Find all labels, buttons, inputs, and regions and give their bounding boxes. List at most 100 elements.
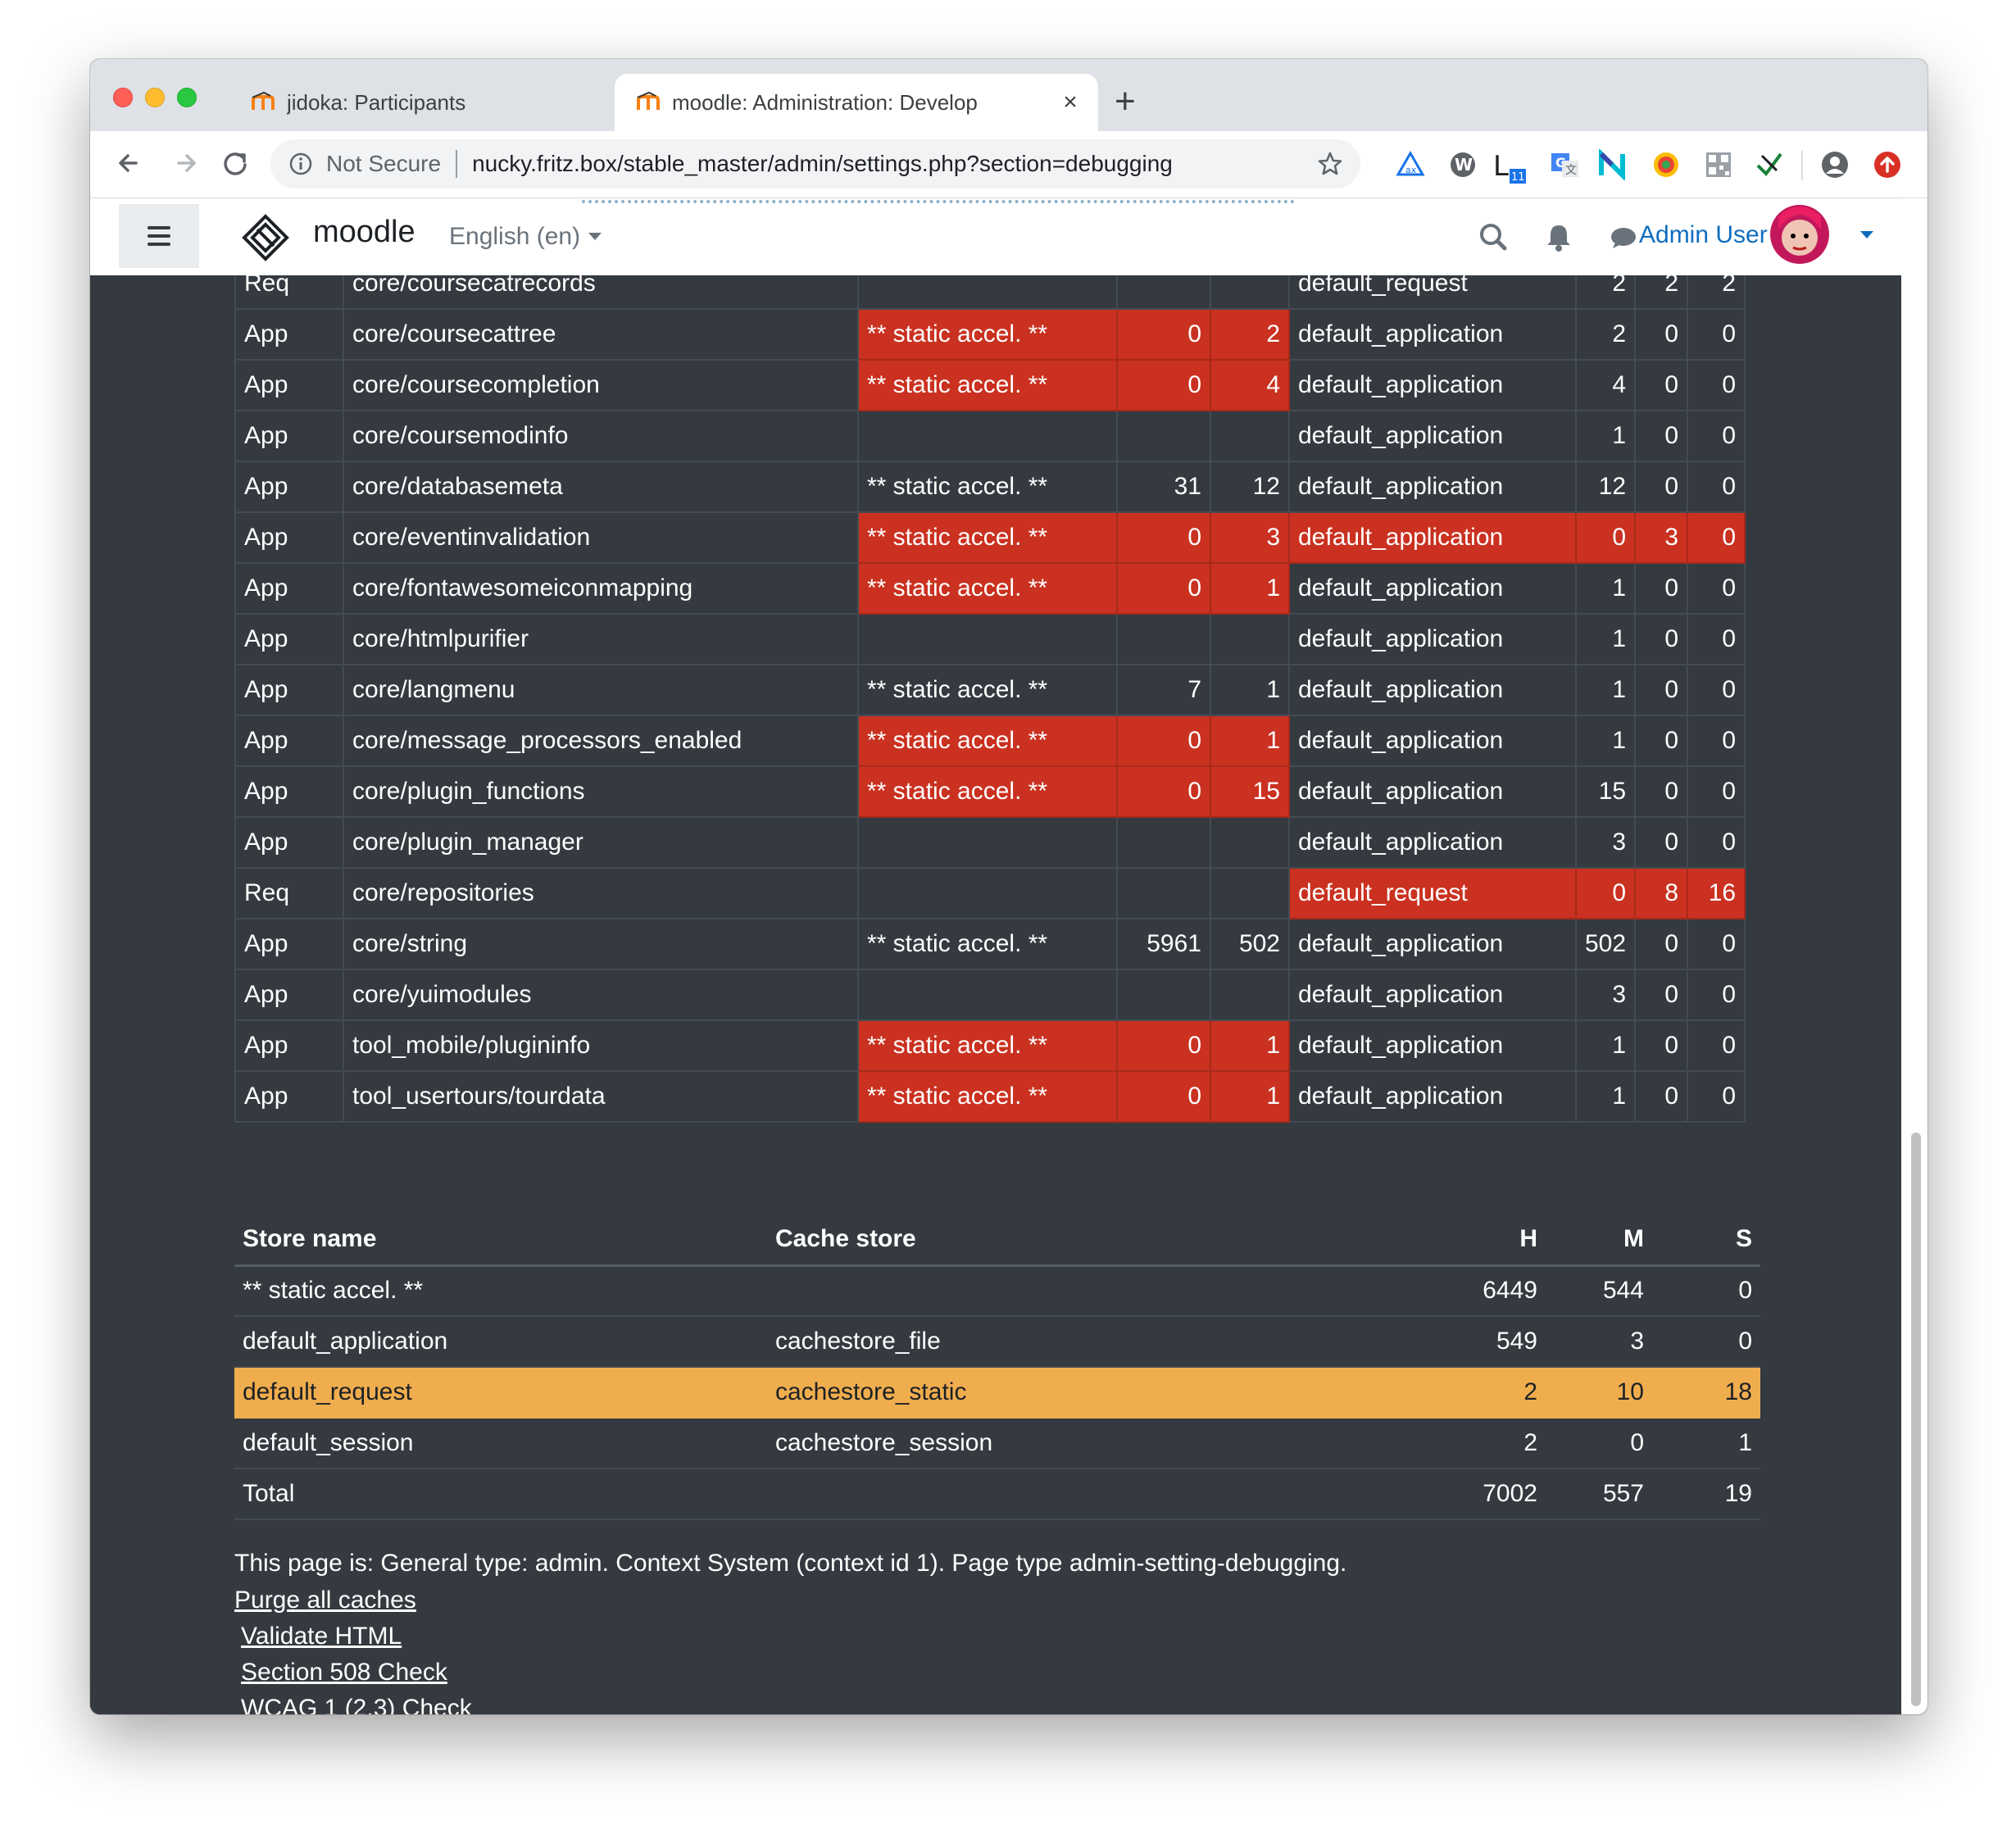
table-cell: ** static accel. ** xyxy=(857,1070,1118,1123)
forward-arrow-icon[interactable] xyxy=(167,144,205,182)
table-cell: 1 xyxy=(1652,1418,1760,1469)
column-header: S xyxy=(1652,1214,1760,1267)
color-picker-extension-icon[interactable] xyxy=(1650,149,1682,180)
table-cell: 3 xyxy=(1574,816,1637,869)
table-cell: 1 xyxy=(1574,613,1637,665)
drive-extension-icon[interactable]: ax xyxy=(1395,149,1426,180)
table-cell: 12 xyxy=(1574,461,1637,513)
user-menu-name[interactable]: Admin User xyxy=(1639,221,1768,249)
table-cell: core/coursecatrecords xyxy=(343,275,859,310)
table-cell: 0 xyxy=(1687,969,1746,1021)
wordpress-extension-icon[interactable]: W xyxy=(1447,149,1478,180)
table-cell: core/message_processors_enabled xyxy=(343,715,859,767)
table-cell: cachestore_session xyxy=(767,1418,1382,1469)
table-cell xyxy=(1116,613,1211,665)
l11-extension-icon[interactable]: L 11 xyxy=(1492,149,1529,184)
table-cell: App xyxy=(234,1070,344,1123)
table-cell: core/repositories xyxy=(343,867,859,919)
table-cell xyxy=(1210,816,1290,869)
search-icon[interactable] xyxy=(1477,220,1510,253)
translate-extension-icon[interactable]: G文 xyxy=(1549,149,1580,180)
moodle-navbar: moodle English (en) Admin User xyxy=(90,198,1901,275)
table-cell: Req xyxy=(234,867,344,919)
address-bar[interactable]: Not Secure nucky.fritz.box/stable_master… xyxy=(270,139,1360,188)
chevron-down-icon[interactable] xyxy=(1860,231,1873,238)
table-cell: Total xyxy=(234,1469,767,1520)
table-cell: 1 xyxy=(1210,1070,1290,1123)
purge-caches-link[interactable]: Purge all caches xyxy=(234,1587,416,1614)
brand-name[interactable]: moodle xyxy=(313,215,415,250)
table-cell: core/plugin_functions xyxy=(343,765,859,818)
table-row: App core/eventinvalidation ** static accel… xyxy=(234,511,1746,564)
table-row: App core/fontawesomeiconmapping ** static … xyxy=(234,562,1746,615)
menu-icon[interactable] xyxy=(119,204,199,268)
table-cell xyxy=(1116,969,1211,1021)
table-cell: default_application xyxy=(1288,308,1577,361)
browser-window: jidoka: Participants × moodle: Administr… xyxy=(90,59,1927,1714)
table-cell: 0 xyxy=(1116,1019,1211,1072)
table-row: App core/plugin_functions ** static accel.… xyxy=(234,765,1746,818)
table-cell: App xyxy=(234,816,344,869)
scrollbar-thumb[interactable] xyxy=(1911,1133,1921,1706)
table-row: App core/yuimodules default_application 3 0 0 xyxy=(234,969,1746,1021)
svg-text:ax: ax xyxy=(1405,165,1417,175)
tab-close-icon[interactable]: × xyxy=(1054,89,1087,116)
table-cell xyxy=(857,275,1118,310)
table-cell: 10 xyxy=(1546,1367,1652,1419)
svg-text:11: 11 xyxy=(1511,171,1525,184)
table-cell: default_application xyxy=(1288,715,1577,767)
profile-icon[interactable] xyxy=(1819,149,1850,180)
checkmark-extension-icon[interactable] xyxy=(1754,149,1785,180)
table-cell: tool_usertours/tourdata xyxy=(343,1070,859,1123)
table-cell xyxy=(1210,867,1290,919)
chat-icon[interactable] xyxy=(1606,220,1639,253)
validate-html-link[interactable]: Validate HTML xyxy=(241,1623,402,1650)
qr-code-extension-icon[interactable] xyxy=(1703,149,1734,180)
table-cell: 1 xyxy=(1210,664,1290,716)
new-tab-button[interactable]: + xyxy=(1115,82,1136,121)
table-cell: default_application xyxy=(1288,359,1577,411)
minimize-window-button[interactable] xyxy=(145,88,165,107)
table-cell: 0 xyxy=(1634,664,1689,716)
table-cell: 2 xyxy=(1687,275,1746,310)
bell-icon[interactable] xyxy=(1542,220,1575,253)
close-window-button[interactable] xyxy=(113,88,133,107)
table-cell: default_application xyxy=(1288,765,1577,818)
info-icon[interactable] xyxy=(288,152,313,176)
table-cell xyxy=(857,816,1118,869)
avatar[interactable] xyxy=(1770,205,1829,264)
back-arrow-icon[interactable] xyxy=(110,144,148,182)
table-cell: 549 xyxy=(1382,1316,1546,1368)
table-cell: 16 xyxy=(1687,867,1746,919)
url-text[interactable]: nucky.fritz.box/stable_master/admin/sett… xyxy=(472,151,1316,177)
column-header: H xyxy=(1382,1214,1546,1267)
n-extension-icon[interactable] xyxy=(1596,148,1628,182)
chevron-down-icon[interactable] xyxy=(588,233,602,240)
reload-icon[interactable] xyxy=(216,144,254,182)
table-row: App core/message_processors_enabled ** sta… xyxy=(234,715,1746,767)
table-cell xyxy=(1116,410,1211,462)
moodle-logo-icon[interactable] xyxy=(239,213,292,262)
tab-debugging[interactable]: moodle: Administration: Develop × xyxy=(615,74,1098,131)
table-row: App core/string ** static accel. ** 5961 502… xyxy=(234,918,1746,970)
table-cell: ** static accel. ** xyxy=(857,511,1118,564)
section-508-link[interactable]: Section 508 Check xyxy=(241,1659,447,1686)
table-row: default_application cachestore_file 549 3 0 xyxy=(234,1316,1760,1368)
bookmark-star-icon[interactable] xyxy=(1316,150,1344,178)
table-cell: default_application xyxy=(1288,969,1577,1021)
table-cell: 0 xyxy=(1687,511,1746,564)
table-cell: default_application xyxy=(1288,613,1577,665)
language-menu[interactable]: English (en) xyxy=(449,223,580,251)
table-cell: default_application xyxy=(234,1316,767,1368)
table-cell: ** static accel. ** xyxy=(857,664,1118,716)
toolbar-divider xyxy=(1801,151,1803,180)
wcag-check-link[interactable]: WCAG 1 (2,3) Check xyxy=(241,1695,472,1714)
table-cell: 0 xyxy=(1634,359,1689,411)
table-cell: 0 xyxy=(1634,765,1689,818)
table-cell xyxy=(1116,867,1211,919)
table-cell: 0 xyxy=(1634,461,1689,513)
table-cell: 12 xyxy=(1210,461,1290,513)
page-loading-indicator xyxy=(582,200,1295,203)
update-icon[interactable] xyxy=(1872,149,1903,180)
maximize-window-button[interactable] xyxy=(177,88,197,107)
